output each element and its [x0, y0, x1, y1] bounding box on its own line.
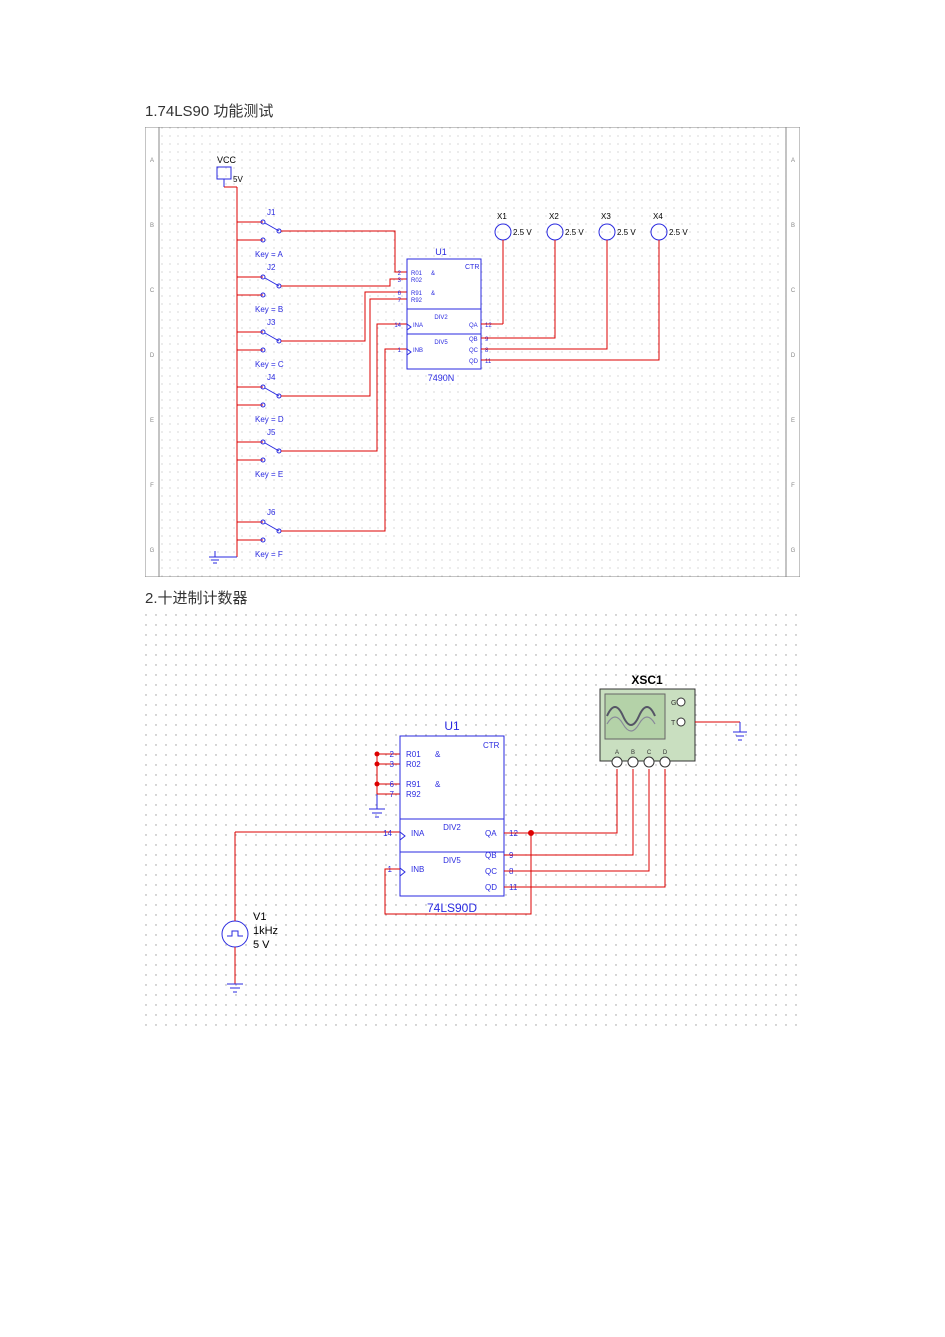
svg-text:G: G: [791, 548, 796, 554]
svg-text:E: E: [150, 418, 154, 424]
svg-text:A: A: [150, 158, 154, 164]
svg-text:Key = C: Key = C: [255, 360, 284, 369]
svg-text:D: D: [150, 353, 155, 359]
svg-text:QC: QC: [469, 348, 479, 354]
svg-text:J4: J4: [267, 373, 276, 382]
svg-text:7: 7: [390, 790, 395, 799]
svg-text:B: B: [791, 223, 795, 229]
svg-text:B: B: [150, 223, 154, 229]
svg-text:&: &: [435, 750, 441, 759]
svg-text:&: &: [431, 271, 435, 277]
svg-text:R91: R91: [411, 291, 423, 297]
svg-text:R01: R01: [406, 750, 421, 759]
svg-text:R91: R91: [406, 780, 421, 789]
svg-text:J2: J2: [267, 263, 276, 272]
svg-text:R92: R92: [411, 298, 423, 304]
svg-text:2.5 V: 2.5 V: [565, 228, 584, 237]
chip-u1-b: U1 74LS90D CTR 2 R01 & 3 R02 6 R91 & 7 R…: [383, 719, 518, 915]
svg-text:3: 3: [390, 760, 395, 769]
svg-text:QA: QA: [469, 323, 478, 329]
svg-text:1kHz: 1kHz: [253, 925, 278, 937]
svg-text:V1: V1: [253, 911, 266, 923]
svg-text:U1: U1: [435, 247, 447, 257]
svg-text:A: A: [615, 750, 619, 756]
svg-text:2.5 V: 2.5 V: [669, 228, 688, 237]
svg-text:QD: QD: [469, 359, 479, 365]
section-2-title: 2.十进制计数器: [145, 587, 945, 608]
svg-text:QB: QB: [469, 337, 478, 343]
svg-text:Key = A: Key = A: [255, 250, 283, 259]
svg-text:R92: R92: [406, 790, 421, 799]
svg-text:14: 14: [394, 323, 401, 329]
svg-text:INA: INA: [413, 323, 423, 329]
svg-text:X1: X1: [497, 212, 507, 221]
svg-text:R02: R02: [406, 760, 421, 769]
svg-text:DIV5: DIV5: [443, 856, 461, 865]
svg-text:CTR: CTR: [465, 264, 479, 271]
svg-text:C: C: [647, 750, 652, 756]
svg-text:CTR: CTR: [483, 741, 500, 750]
svg-text:5V: 5V: [233, 175, 243, 184]
svg-text:Key = F: Key = F: [255, 550, 283, 559]
svg-text:G: G: [671, 700, 676, 707]
svg-text:E: E: [791, 418, 795, 424]
svg-text:2: 2: [390, 750, 395, 759]
svg-text:QC: QC: [485, 867, 497, 876]
svg-text:XSC1: XSC1: [631, 673, 663, 687]
svg-text:&: &: [431, 291, 435, 297]
svg-text:Key = D: Key = D: [255, 415, 284, 424]
svg-text:QB: QB: [485, 851, 497, 860]
svg-text:C: C: [150, 288, 155, 294]
svg-text:QD: QD: [485, 883, 497, 892]
svg-text:A: A: [791, 158, 795, 164]
section-1-title: 1.74LS90 功能测试: [145, 100, 945, 121]
svg-text:R01: R01: [411, 271, 423, 277]
svg-text:T: T: [671, 720, 676, 727]
svg-text:INB: INB: [413, 348, 423, 354]
svg-text:VCC: VCC: [217, 155, 237, 165]
svg-text:J3: J3: [267, 318, 276, 327]
svg-text:INA: INA: [411, 829, 425, 838]
svg-text:14: 14: [383, 829, 392, 838]
svg-text:QA: QA: [485, 829, 497, 838]
svg-text:2.5 V: 2.5 V: [617, 228, 636, 237]
svg-text:Key = B: Key = B: [255, 305, 283, 314]
svg-text:D: D: [791, 353, 796, 359]
circuit-1: A B C D E F G A B C D E F G VCC 5V: [145, 127, 800, 577]
svg-text:D: D: [663, 750, 668, 756]
circuit-2: V1 1kHz 5 V U1 74LS90D CTR 2 R01 & 3: [145, 614, 800, 1034]
svg-text:X3: X3: [601, 212, 611, 221]
svg-text:F: F: [791, 483, 795, 489]
svg-text:&: &: [435, 780, 441, 789]
svg-text:C: C: [791, 288, 796, 294]
svg-text:U1: U1: [444, 719, 460, 733]
svg-text:J5: J5: [267, 428, 276, 437]
svg-text:Key = E: Key = E: [255, 470, 283, 479]
svg-text:7490N: 7490N: [428, 373, 455, 383]
svg-text:J1: J1: [267, 208, 276, 217]
svg-text:X2: X2: [549, 212, 559, 221]
svg-text:R02: R02: [411, 278, 423, 284]
svg-text:DIV2: DIV2: [443, 823, 461, 832]
svg-text:X4: X4: [653, 212, 663, 221]
svg-text:INB: INB: [411, 865, 424, 874]
svg-text:5 V: 5 V: [253, 939, 270, 951]
svg-text:74LS90D: 74LS90D: [427, 901, 477, 915]
svg-text:F: F: [150, 483, 154, 489]
svg-text:DIV2: DIV2: [434, 315, 448, 321]
svg-text:DIV5: DIV5: [434, 340, 448, 346]
svg-text:B: B: [631, 750, 635, 756]
svg-text:J6: J6: [267, 508, 276, 517]
svg-text:6: 6: [390, 780, 395, 789]
svg-text:2.5 V: 2.5 V: [513, 228, 532, 237]
svg-text:G: G: [150, 548, 155, 554]
